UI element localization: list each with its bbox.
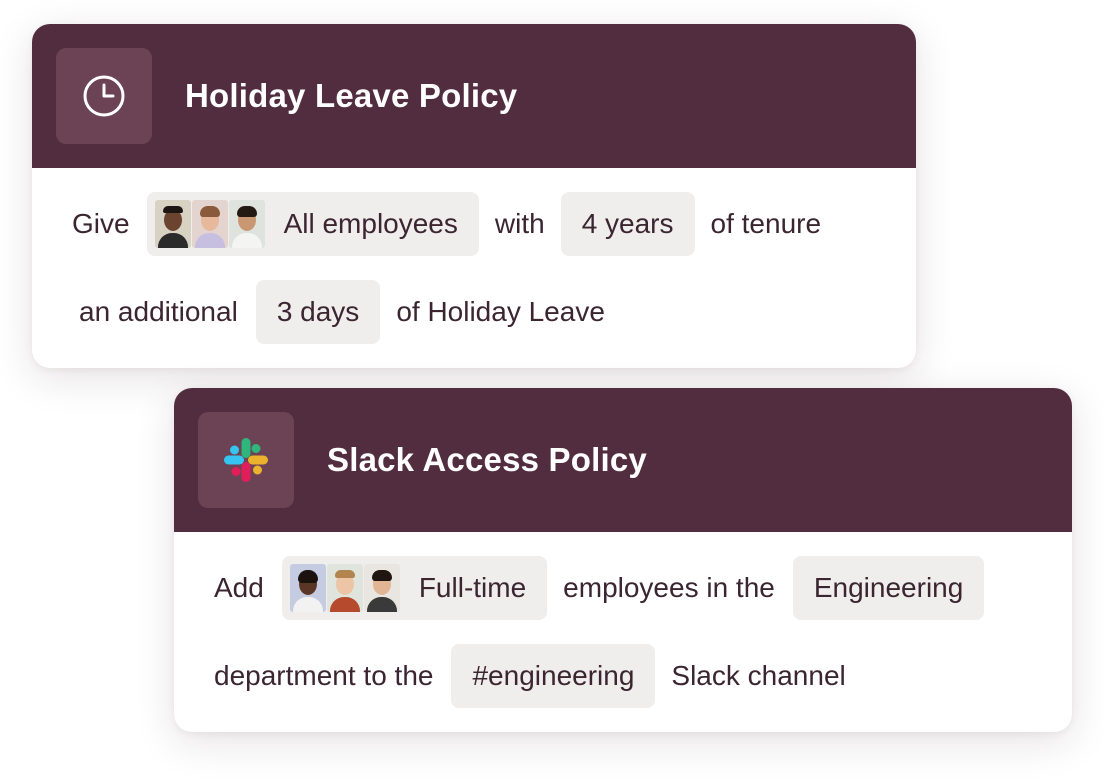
avatar [363,564,400,612]
text-employees-in-the: employees in the [563,572,775,603]
text-an-additional: an additional [79,296,238,327]
avatar-group [154,200,266,248]
card-title: Holiday Leave Policy [185,77,518,114]
audience-chip[interactable]: Full-time [281,556,548,620]
text-of-holiday-leave: of Holiday Leave [396,296,605,327]
holiday-leave-policy-card: Holiday Leave Policy Give All employees … [32,24,916,368]
audience-chip[interactable]: All employees [146,192,479,256]
policy-sentence-line-2: department to the #engineering Slack cha… [214,644,846,708]
policy-sentence-line-1: Add Full-time employees in the Engineeri… [214,556,985,620]
card-body: Add Full-time employees in the Engineeri… [174,532,1072,732]
policy-sentence-line-1: Give All employees with 4 years of tenur… [72,192,821,256]
clock-icon [56,48,152,144]
days-chip[interactable]: 3 days [255,280,381,344]
avatar [326,564,363,612]
avatar [154,200,191,248]
avatar-group [289,564,401,612]
avatar [289,564,326,612]
avatar [191,200,228,248]
slack-access-policy-card: Slack Access Policy Add Full-time employ… [174,388,1072,732]
text-of-tenure: of tenure [710,208,822,239]
slack-icon [198,412,294,508]
avatar [228,200,265,248]
text-add: Add [214,572,264,603]
card-header: Holiday Leave Policy [32,24,916,168]
channel-chip[interactable]: #engineering [451,644,656,708]
card-body: Give All employees with 4 years of tenur… [32,168,916,368]
card-title: Slack Access Policy [327,441,647,478]
text-give: Give [72,208,130,239]
text-department-to-the: department to the [214,660,434,691]
card-header: Slack Access Policy [174,388,1072,532]
audience-chip-label: Full-time [418,572,527,603]
policy-sentence-line-2: an additional 3 days of Holiday Leave [79,280,605,344]
text-with: with [494,208,545,239]
tenure-chip[interactable]: 4 years [560,192,695,256]
text-slack-channel: Slack channel [671,660,846,691]
audience-chip-label: All employees [283,208,458,239]
department-chip[interactable]: Engineering [792,556,985,620]
